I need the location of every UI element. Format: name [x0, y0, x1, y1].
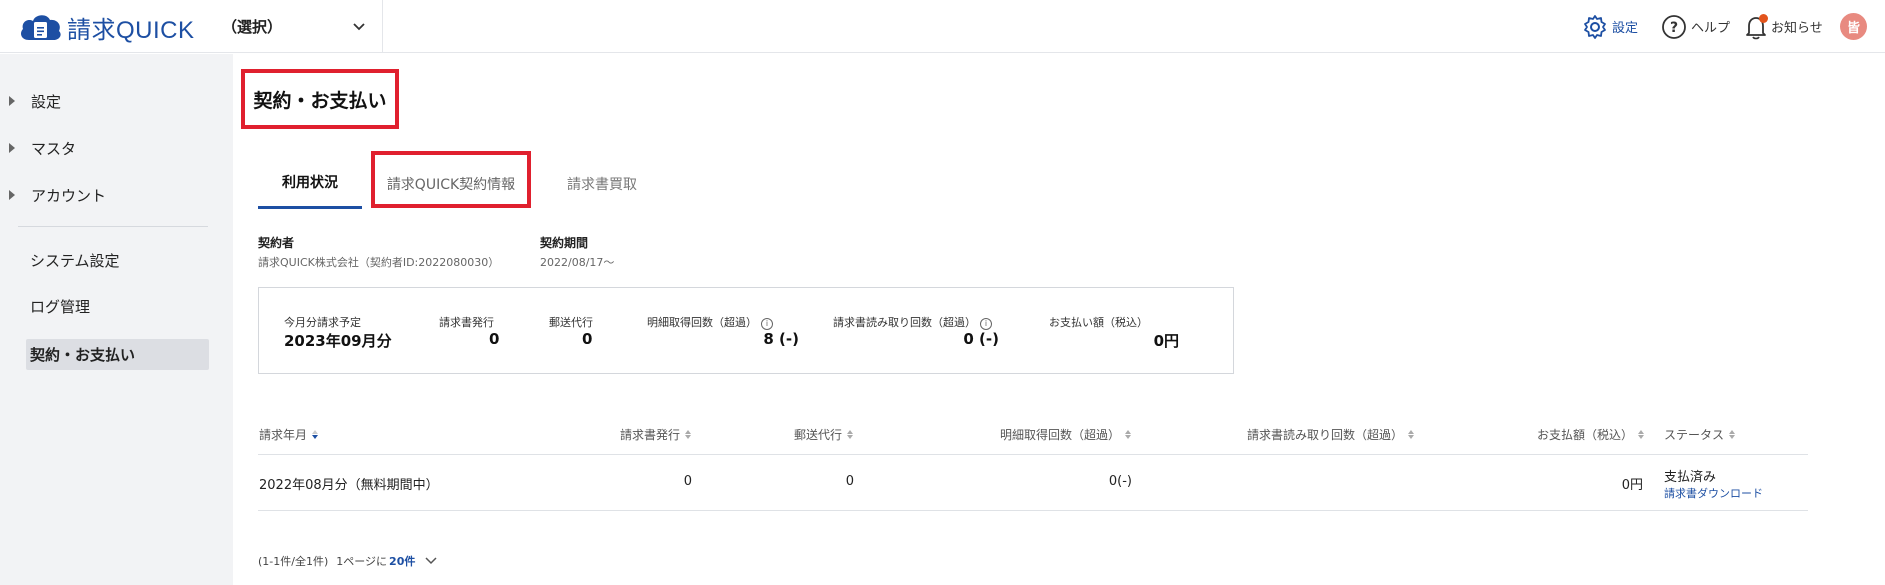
summary-billing-value: 2023年09月分 [284, 332, 392, 350]
table-header-divider [258, 454, 1808, 455]
sort-icon [1125, 430, 1132, 439]
column-header-month[interactable]: 請求年月 [259, 426, 319, 443]
header-divider [382, 0, 383, 53]
help-link[interactable]: ? ヘルプ [1661, 13, 1730, 40]
column-header-label: ステータス [1664, 428, 1725, 442]
summary-read-text: 請求書読み取り回数（超過） [833, 316, 976, 329]
sidebar-group-label: 設定 [31, 92, 62, 111]
page-title: 契約・お支払い [253, 89, 387, 112]
news-link[interactable]: お知らせ [1745, 13, 1823, 40]
sort-icon [685, 430, 692, 439]
summary-mail-label: 郵送代行 [549, 316, 593, 329]
sidebar-group-label: アカウント [31, 186, 107, 205]
cell-status: 支払済み [1664, 470, 1717, 485]
sort-icon [1408, 430, 1415, 439]
tab-usage[interactable]: 利用状況 [258, 158, 362, 209]
tab-highlight-box [371, 151, 531, 208]
column-header-label: 請求書発行 [620, 428, 681, 442]
pagination-range: (1-1件/全1件) [258, 555, 329, 568]
summary-detail-text: 明細取得回数（超過） [647, 316, 757, 329]
invoice-download-link[interactable]: 請求書ダウンロード [1664, 485, 1763, 501]
notification-badge [1759, 13, 1768, 23]
cloud-document-icon [21, 15, 61, 40]
help-label: ヘルプ [1691, 21, 1731, 36]
pagination: (1-1件/全1件) 1ページに 20件 [258, 553, 437, 569]
column-header-issue[interactable]: 請求書発行 [620, 426, 692, 443]
summary-pay-label: お支払い額（税込） [1049, 316, 1148, 329]
contract-holder-label: 契約者 [258, 236, 295, 250]
sort-icon [847, 430, 854, 439]
per-page-select[interactable]: 20件 [389, 553, 415, 569]
cell-detail: 0(-) [1108, 474, 1132, 489]
summary-read-label: 請求書読み取り回数（超過） i [833, 314, 992, 330]
company-select-value: （選択） [222, 17, 283, 36]
sort-icon [1729, 430, 1736, 439]
cell-month: 2022年08月分（無料期間中） [259, 478, 439, 493]
sidebar-group-master[interactable]: マスタ [0, 133, 233, 163]
settings-link[interactable]: 設定 [1582, 13, 1638, 40]
column-header-detail[interactable]: 明細取得回数（超過） [1000, 426, 1132, 443]
column-header-label: お支払額（税込） [1537, 428, 1634, 442]
column-header-read[interactable]: 請求書読み取り回数（超過） [1247, 426, 1415, 443]
sort-icon [312, 430, 319, 439]
summary-read-value: 0 (-) [963, 330, 999, 348]
sort-icon [1638, 430, 1645, 439]
caret-right-icon [9, 190, 15, 200]
caret-right-icon [9, 96, 15, 106]
table-row-divider [258, 510, 1808, 511]
column-header-label: 請求年月 [259, 428, 308, 442]
summary-detail-label: 明細取得回数（超過） i [647, 314, 773, 330]
chevron-down-icon[interactable] [425, 556, 437, 566]
sidebar-item-system-settings[interactable]: システム設定 [26, 245, 209, 276]
column-header-label: 明細取得回数（超過） [1000, 428, 1121, 442]
per-page-label: 1ページに [336, 555, 388, 568]
tab-invoice-purchase[interactable]: 請求書買取 [552, 158, 652, 209]
summary-panel: 今月分請求予定 2023年09月分 請求書発行 0 郵送代行 0 明細取得回数（… [258, 287, 1234, 374]
gear-icon [1584, 14, 1606, 39]
info-icon[interactable]: i [980, 318, 992, 330]
app-logo-text: 請求QUICK [67, 16, 195, 44]
sidebar-group-settings[interactable]: 設定 [0, 86, 233, 116]
summary-detail-value: 8 (-) [763, 330, 799, 348]
app-logo[interactable]: 請求QUICK [17, 10, 195, 44]
cell-amount: 0円 [1621, 478, 1643, 493]
avatar[interactable]: 皆 [1840, 13, 1867, 40]
contract-period-label: 契約期間 [540, 236, 589, 250]
chevron-down-icon [353, 23, 365, 31]
caret-right-icon [9, 143, 15, 153]
column-header-status[interactable]: ステータス [1664, 426, 1736, 443]
sidebar-item-contract-payment[interactable]: 契約・お支払い [26, 339, 209, 370]
bell-wrapper [1745, 13, 1771, 40]
help-icon: ? [1662, 14, 1686, 39]
page-title-highlight: 契約・お支払い [241, 69, 399, 129]
summary-pay-value: 0円 [1153, 332, 1179, 350]
app-header: 請求QUICK （選択） 設定 ? ヘルプ お知らせ 皆 [0, 0, 1885, 53]
sidebar-group-label: マスタ [31, 139, 77, 158]
sidebar-item-log-management[interactable]: ログ管理 [26, 291, 209, 322]
cell-mail: 0 [845, 474, 854, 489]
column-header-label: 請求書読み取り回数（超過） [1247, 428, 1404, 442]
contract-period-value: 2022/08/17〜 [540, 256, 615, 269]
summary-issue-label: 請求書発行 [439, 316, 494, 329]
sidebar-divider [18, 226, 208, 227]
column-header-mail[interactable]: 郵送代行 [794, 426, 854, 443]
column-header-label: 郵送代行 [794, 428, 843, 442]
sidebar: 設定 マスタ アカウント システム設定 ログ管理 契約・お支払い [0, 54, 233, 585]
sidebar-group-account[interactable]: アカウント [0, 180, 233, 210]
svg-text:?: ? [1670, 20, 1678, 36]
company-select[interactable]: （選択） [222, 12, 367, 40]
contract-holder-value: 請求QUICK株式会社（契約者ID:2022080030） [258, 256, 500, 269]
summary-billing-label: 今月分請求予定 [284, 316, 361, 329]
settings-label: 設定 [1612, 21, 1639, 36]
cell-issue: 0 [683, 474, 692, 489]
summary-mail-value: 0 [582, 330, 593, 348]
news-label: お知らせ [1771, 21, 1823, 36]
info-icon[interactable]: i [761, 318, 773, 330]
column-header-amount[interactable]: お支払額（税込） [1537, 426, 1645, 443]
summary-issue-value: 0 [489, 330, 500, 348]
